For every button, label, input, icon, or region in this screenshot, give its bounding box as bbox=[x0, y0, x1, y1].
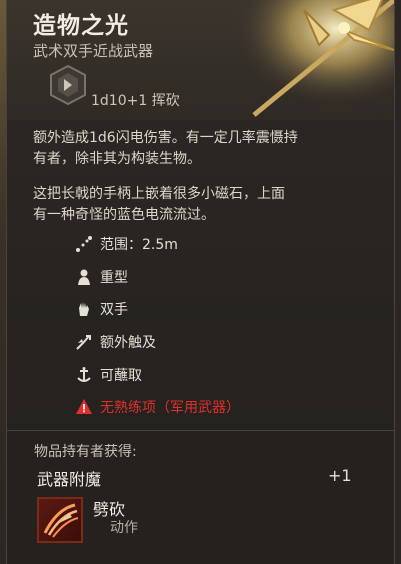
item-tooltip: 造物之光 武术双手近战武器 1d10+1 挥砍 额外造成1d6闪电伤害。有一定几… bbox=[6, 0, 395, 564]
property-two-handed-label: 双手 bbox=[100, 302, 128, 318]
property-dippable: 可蘸取 bbox=[75, 364, 142, 386]
property-warning-label: 无熟练项（军用武器） bbox=[100, 400, 240, 416]
property-range: 范围：2.5m bbox=[75, 233, 178, 255]
cleave-action-icon bbox=[37, 497, 83, 543]
property-range-label: 范围：2.5m bbox=[100, 237, 178, 253]
damage-value: 1d10+1 挥砍 bbox=[91, 93, 180, 109]
property-heavy-label: 重型 bbox=[100, 270, 128, 286]
property-reach: 额外触及 bbox=[75, 331, 156, 353]
item-description: 额外造成1d6闪电伤害。有一定几率震慑持 有者，除非其为构装生物。 这把长戟的手柄… bbox=[33, 130, 298, 223]
halberd-weapon-art bbox=[234, 0, 394, 120]
two-handed-icon bbox=[79, 302, 89, 316]
weapon-enchant-label: 武器附魔 bbox=[37, 470, 102, 489]
item-name: 造物之光 bbox=[33, 13, 129, 39]
heavy-icon bbox=[78, 269, 90, 285]
property-two-handed: 双手 bbox=[75, 298, 128, 320]
holder-gains-label: 物品持有者获得: bbox=[34, 444, 137, 460]
reach-icon bbox=[76, 335, 91, 350]
slashing-damage-icon bbox=[50, 64, 86, 106]
action-type: 动作 bbox=[110, 520, 138, 536]
weapon-enchant-value: +1 bbox=[328, 466, 352, 485]
property-dippable-label: 可蘸取 bbox=[100, 368, 142, 384]
range-icon bbox=[76, 236, 92, 252]
dippable-icon bbox=[77, 367, 91, 382]
property-reach-label: 额外触及 bbox=[100, 335, 156, 351]
property-no-proficiency-warning: 无熟练项（军用武器） bbox=[75, 396, 240, 418]
tooltip-header: 造物之光 武术双手近战武器 1d10+1 挥砍 bbox=[7, 0, 394, 120]
warning-icon bbox=[76, 399, 92, 414]
property-heavy: 重型 bbox=[75, 266, 128, 288]
item-type: 武术双手近战武器 bbox=[33, 42, 154, 60]
